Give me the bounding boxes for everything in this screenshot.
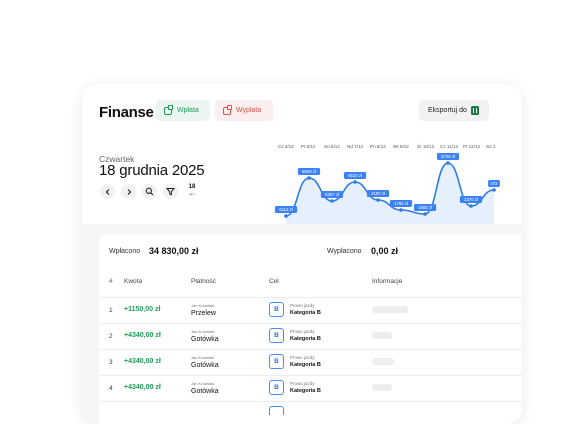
data-point[interactable] xyxy=(469,204,473,208)
x-tick-label: Cz 4/12 xyxy=(278,144,294,149)
x-tick-label: Pt 5/12 xyxy=(301,144,316,149)
row-goal-type: Prowo jazdy xyxy=(290,303,315,308)
row-payer: Jan Kowalski xyxy=(191,381,215,386)
row-goal: Kategoria B xyxy=(290,310,321,316)
data-label: 6510 zł xyxy=(348,173,362,178)
x-tick-label: Nd 7/12 xyxy=(347,144,364,149)
col-header-num: # xyxy=(109,278,113,285)
category-badge: B xyxy=(269,302,284,317)
row-goal-type: Prowo jazdy xyxy=(290,381,315,386)
row-info-placeholder xyxy=(372,306,408,313)
data-point[interactable] xyxy=(353,180,357,184)
table-area: Wpłacono 34 830,00 zł Wypłacono 0,00 zł … xyxy=(82,224,522,424)
data-label: 2100 zł xyxy=(371,191,385,196)
x-tick-label: So 6/12 xyxy=(324,144,340,149)
out-label: Wypłacono xyxy=(327,248,362,255)
table-row[interactable]: 1 +1150,00 zł Jan Kowalski Przelew B Pro… xyxy=(99,297,522,324)
row-method: Gotówka xyxy=(191,388,219,395)
data-point[interactable] xyxy=(446,161,450,165)
col-header-goal: Cel xyxy=(269,278,279,285)
category-badge: B xyxy=(269,380,284,395)
transactions-panel: Wpłacono 34 830,00 zł Wypłacono 0,00 zł … xyxy=(99,234,522,424)
daily-chart: Cz 4/12 6112 zł Pt 5/12 6830 zł So 6/12 5357 … xyxy=(274,142,500,229)
in-value: 34 830,00 zł xyxy=(149,246,199,256)
data-point[interactable] xyxy=(423,212,427,216)
row-info-placeholder xyxy=(372,332,392,339)
table-row[interactable] xyxy=(99,401,522,424)
col-header-info: Informacje xyxy=(372,278,403,285)
row-method: Gotówka xyxy=(191,336,219,343)
data-point[interactable] xyxy=(492,188,496,192)
col-header-amount: Kwota xyxy=(124,278,143,285)
row-goal-type: Prowo jazdy xyxy=(290,355,315,360)
row-payer: Jan Kowalski xyxy=(191,303,215,308)
category-badge: B xyxy=(269,328,284,343)
data-point[interactable] xyxy=(284,214,288,218)
category-badge xyxy=(269,406,284,415)
table-row[interactable]: 2 +4340,00 zł Jan Kowalski Gotówka B Pro… xyxy=(99,323,522,350)
row-number: 4 xyxy=(109,385,113,392)
x-tick-label: Cz 11/12 xyxy=(440,144,458,149)
x-tick-label: Wt 9/12 xyxy=(393,144,409,149)
out-value: 0,00 zł xyxy=(371,246,399,256)
data-label: 6112 zł xyxy=(279,207,293,212)
row-method: Gotówka xyxy=(191,362,219,369)
data-label: 8706 zł xyxy=(441,154,455,159)
row-amount: +4340,00 zł xyxy=(124,384,161,391)
col-header-payment: Płatność xyxy=(191,278,216,285)
data-label: 472 xyxy=(490,181,498,186)
row-info-placeholder xyxy=(372,384,392,391)
x-tick-label: Pn 8/12 xyxy=(370,144,386,149)
data-point[interactable] xyxy=(307,176,311,180)
data-label: 5357 zł xyxy=(325,192,339,197)
data-label: 6830 zł xyxy=(302,169,316,174)
row-amount: +4340,00 zł xyxy=(124,332,161,339)
in-label: Wpłacono xyxy=(109,248,141,255)
category-badge: B xyxy=(269,354,284,369)
table-row[interactable]: 4 +4340,00 zł Jan Kowalski Gotówka B Pro… xyxy=(99,375,522,402)
row-payer: Jan Kowalski xyxy=(191,355,215,360)
row-goal: Kategoria B xyxy=(290,336,321,342)
table-row[interactable]: 3 +4340,00 zł Jan Kowalski Gotówka B Pro… xyxy=(99,349,522,376)
row-method: Przelew xyxy=(191,310,216,317)
row-goal: Kategoria B xyxy=(290,388,321,394)
data-label: 1765 zł xyxy=(394,201,408,206)
row-number: 2 xyxy=(109,333,113,340)
row-amount: +4340,00 zł xyxy=(124,358,161,365)
row-info-placeholder xyxy=(372,358,394,365)
data-point[interactable] xyxy=(376,198,380,202)
row-number: 1 xyxy=(109,307,113,314)
row-goal-type: Prowo jazdy xyxy=(290,329,315,334)
data-label: 1683 zł xyxy=(418,205,432,210)
data-point[interactable] xyxy=(330,199,334,203)
row-payer: Jan Kowalski xyxy=(191,329,215,334)
x-tick-label: Śr 10/12 xyxy=(417,142,435,149)
x-tick-label: Pt 12/12 xyxy=(463,144,481,149)
x-tick-label: So 1 xyxy=(486,144,496,149)
data-point[interactable] xyxy=(399,208,403,212)
data-label: 2370 zł xyxy=(464,197,478,202)
finance-card: Finanse Wpłata Wypłata Eksportuj do Czwa… xyxy=(82,84,522,424)
row-amount: +1150,00 zł xyxy=(124,306,161,313)
row-number: 3 xyxy=(109,359,113,366)
row-goal: Kategoria B xyxy=(290,362,321,368)
